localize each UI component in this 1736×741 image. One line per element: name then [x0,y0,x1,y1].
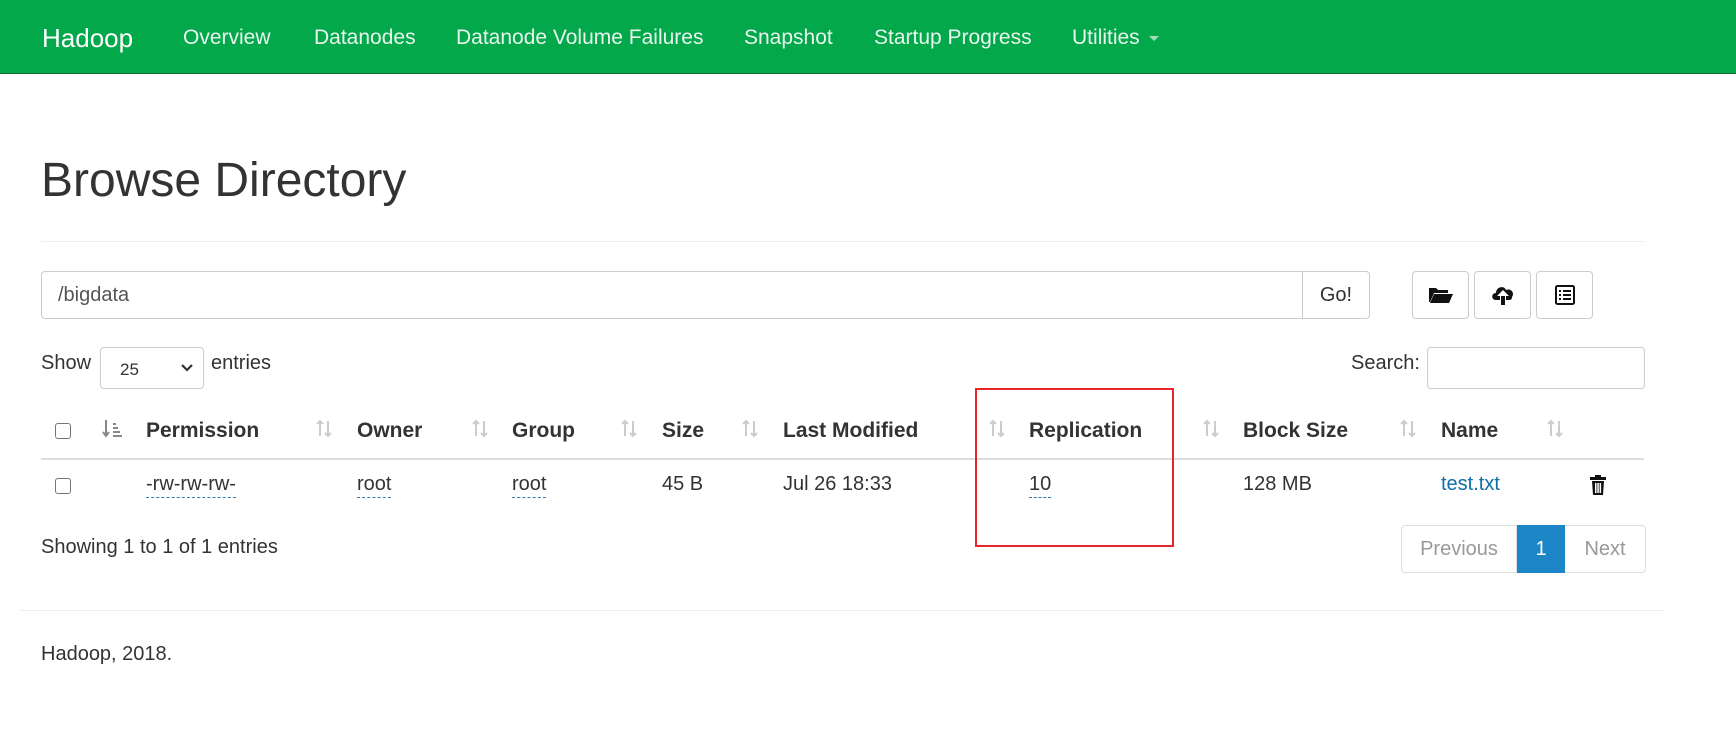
nav-utilities-label: Utilities [1072,26,1140,49]
sort-both-icon[interactable] [1201,418,1221,440]
sort-ascending-icon[interactable] [102,418,124,440]
folder-open-icon [1428,288,1453,303]
column-header-block-size[interactable]: Block Size [1243,419,1348,443]
select-all-checkbox[interactable] [55,423,71,439]
sort-both-icon[interactable] [1545,418,1565,440]
cell-last-modified: Jul 26 18:33 [783,473,892,495]
caret-down-icon [1148,35,1159,41]
footer-divider [20,610,1665,611]
nav-overview[interactable]: Overview [183,0,271,74]
column-header-owner[interactable]: Owner [357,419,422,443]
column-header-group[interactable]: Group [512,419,575,443]
title-divider [41,241,1644,242]
brand[interactable]: Hadoop [42,0,133,74]
sort-both-icon[interactable] [1398,418,1418,440]
nav-utilities-dropdown[interactable]: Utilities [1072,0,1159,74]
upload-files-button[interactable] [1474,271,1531,319]
cell-group[interactable]: root [512,473,547,498]
search-label: Search: [1351,352,1420,374]
table-info: Showing 1 to 1 of 1 entries [41,536,278,558]
cell-owner[interactable]: root [357,473,392,498]
replication-highlight-box [975,388,1174,547]
next-page-button[interactable]: Next [1565,525,1646,573]
sort-both-icon[interactable] [314,418,334,440]
footer-text: Hadoop, 2018. [41,643,173,665]
list-icon [1554,285,1575,305]
table-header-divider [41,458,1644,460]
file-name-link[interactable]: test.txt [1441,473,1500,496]
cut-paste-button[interactable] [1536,271,1593,319]
nav-startup-progress[interactable]: Startup Progress [874,0,1032,74]
entries-per-page-select[interactable]: 25 [100,347,204,389]
column-header-permission[interactable]: Permission [146,419,259,443]
nav-datanode-volume-failures[interactable]: Datanode Volume Failures [456,0,703,74]
entries-per-page-value: 25 [120,360,139,379]
sort-both-icon[interactable] [619,418,639,440]
column-header-last-modified[interactable]: Last Modified [783,419,918,443]
pagination: Previous 1 Next [1401,525,1646,573]
nav-datanodes[interactable]: Datanodes [314,0,416,74]
cell-block-size: 128 MB [1243,473,1312,495]
navbar: Hadoop Overview Datanodes Datanode Volum… [0,0,1736,74]
sort-both-icon[interactable] [470,418,490,440]
directory-path-input[interactable] [41,271,1303,319]
trash-icon[interactable] [1589,474,1607,496]
chevron-down-icon [181,364,193,372]
row-select-checkbox[interactable] [55,478,71,494]
previous-page-button[interactable]: Previous [1401,525,1517,573]
search-input[interactable] [1427,347,1645,389]
column-header-size[interactable]: Size [662,419,704,443]
create-directory-button[interactable] [1412,271,1469,319]
page-title: Browse Directory [41,154,407,207]
nav-snapshot[interactable]: Snapshot [744,0,833,74]
cell-size: 45 B [662,473,704,495]
go-button[interactable]: Go! [1302,271,1370,319]
entries-label: entries [211,352,272,374]
column-header-name[interactable]: Name [1441,419,1498,443]
show-label: Show [41,352,92,374]
page-1-button[interactable]: 1 [1517,525,1565,573]
cell-permission[interactable]: -rw-rw-rw- [146,473,236,498]
cloud-upload-icon [1491,287,1513,305]
sort-both-icon[interactable] [740,418,760,440]
